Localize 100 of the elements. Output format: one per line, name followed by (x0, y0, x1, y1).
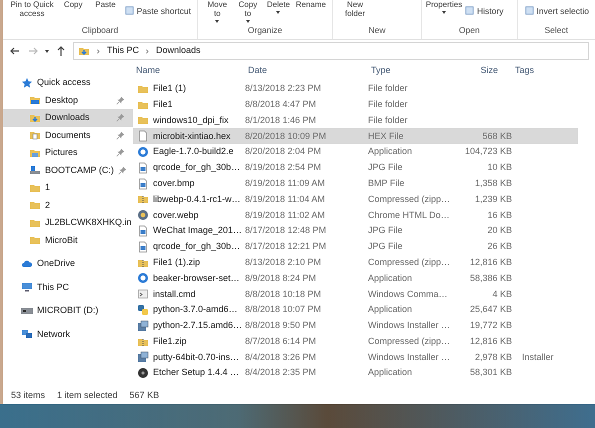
file-row[interactable]: qrcode_for_gh_30b… 8/19/2018 2:54 PM JPG File 10 KB (133, 160, 578, 176)
file-row[interactable]: microbit-xintiao.hex 8/20/2018 10:09 PM HEX File 568 KB (133, 128, 578, 144)
back-button[interactable] (9, 45, 21, 57)
computer-icon (21, 281, 33, 294)
file-row[interactable]: cover.webp 8/19/2018 11:02 AM Chrome HTML Do… 16 KB (133, 207, 578, 224)
ribbon-button[interactable]: Rename (296, 0, 326, 9)
file-name: libwebp-0.4.1-rc1-w… (153, 192, 241, 206)
file-row[interactable]: Eagle-1.7.0-build2.e 8/20/2018 2:04 PM Application 104,723 KB (133, 144, 578, 160)
address-bar[interactable]: This PC Downloads (73, 42, 589, 60)
sidebar-item[interactable]: MICROBIT (D:) (3, 302, 133, 320)
file-type: Application (368, 366, 414, 380)
file-size: 1,239 KB (474, 192, 512, 206)
sidebar-item[interactable]: Quick access (3, 74, 133, 92)
breadcrumb-item[interactable]: Downloads (156, 44, 201, 58)
file-size: 12,816 KB (468, 334, 512, 348)
file-date: 8/4/2018 2:35 PM (245, 366, 318, 380)
file-row[interactable]: python-3.7.0-amd6… 8/8/2018 10:07 PM Application 25,647 KB (133, 302, 578, 318)
column-header[interactable]: Tags (512, 64, 574, 78)
star-icon (21, 76, 33, 89)
column-header[interactable]: Size (460, 64, 512, 78)
file-name: qrcode_for_gh_30b… (153, 161, 240, 174)
sidebar-item[interactable]: BOOTCAMP (C:) (3, 162, 133, 179)
folder-icon (29, 234, 41, 246)
caret-icon (45, 50, 49, 52)
file-date: 8/4/2018 3:26 PM (245, 350, 318, 364)
file-row[interactable]: install.cmd 8/8/2018 10:18 PM Windows Comma… 4 KB (133, 286, 578, 302)
recent-locations-button[interactable] (45, 50, 49, 52)
file-type: Windows Installer … (368, 319, 452, 332)
file-row[interactable]: File1 (1) 8/13/2018 2:23 PM File folder (133, 81, 578, 97)
file-row[interactable]: File1 (1).zip 8/13/2018 2:10 PM Compressed (zipp… 12,816 KB (133, 254, 578, 271)
desktop-icon (29, 94, 41, 106)
file-row[interactable]: libwebp-0.4.1-rc1-w… 8/19/2018 11:04 AM Compressed (zipp… 1,239 KB (133, 192, 578, 208)
folder-icon (29, 199, 41, 212)
file-row[interactable]: putty-64bit-0.70-ins… 8/4/2018 3:26 PM Windows Installer … 2,978 KB Installer (133, 350, 578, 366)
file-name: windows10_dpi_fix (153, 114, 229, 127)
file-type: File folder (368, 82, 409, 96)
sidebar-item[interactable]: OneDrive (3, 255, 133, 272)
file-row[interactable]: python-2.7.15.amd6… 8/8/2018 9:50 PM Windows Installer … 19,772 KB (133, 318, 578, 334)
column-header[interactable]: Type (368, 64, 460, 78)
file-type: File folder (368, 98, 409, 111)
file-date: 8/20/2018 2:04 PM (245, 145, 322, 158)
up-icon (55, 45, 67, 57)
file-name: File1 (1) (153, 82, 186, 96)
cloud-icon (21, 258, 33, 270)
file-row[interactable]: File1.zip 8/7/2018 6:14 PM Compressed (zipp… 12,816 KB (133, 334, 578, 350)
sidebar-item[interactable]: This PC (3, 278, 133, 296)
breadcrumb-item[interactable]: This PC (107, 44, 140, 58)
file-date: 8/20/2018 10:09 PM (245, 130, 328, 143)
file-row[interactable]: beaker-browser-set… 8/9/2018 8:24 PM Application 58,386 KB (133, 270, 578, 286)
sidebar-item[interactable]: Pictures (3, 144, 133, 162)
sidebar-item[interactable]: Downloads (3, 109, 133, 126)
file-row[interactable]: qrcode_for_gh_30b… 8/17/2018 12:21 PM JPG File 26 KB (133, 238, 578, 255)
zip-folder-icon (137, 193, 149, 206)
ribbon-button[interactable]: Move to (204, 0, 231, 23)
file-row[interactable]: windows10_dpi_fix 8/1/2018 1:46 PM File folder (133, 112, 578, 128)
column-header[interactable]: Name (133, 64, 245, 78)
file-type: Windows Installer … (368, 350, 452, 364)
ribbon-group-label: Organize (246, 24, 284, 38)
ribbon-button[interactable]: Paste shortcut (124, 5, 191, 16)
ribbon-button[interactable]: Paste (91, 0, 120, 9)
command-icon (464, 5, 475, 16)
file-row[interactable]: Etcher Setup 1.4.4 … 8/4/2018 2:35 PM Application 58,301 KB (133, 365, 578, 382)
file-name: Etcher Setup 1.4.4 … (153, 366, 240, 380)
sidebar-item[interactable]: 2 (3, 196, 133, 214)
file-size: 20 KB (486, 224, 512, 238)
ribbon-button[interactable]: Pin to Quick access (9, 0, 56, 18)
sidebar-item[interactable]: Documents (3, 126, 133, 144)
ribbon-button[interactable]: Copy to (234, 0, 262, 23)
up-button[interactable] (55, 45, 67, 57)
file-type: Application (368, 272, 414, 285)
ribbon-button[interactable]: Invert selectio (524, 5, 589, 16)
sidebar-item[interactable]: Desktop (3, 92, 133, 109)
app-icon (137, 146, 149, 158)
image-file-icon (137, 162, 149, 174)
sidebar-item[interactable]: 1 (3, 179, 133, 196)
sidebar-item[interactable]: JL2BLCWK8XHKQ.in (3, 214, 133, 232)
file-row[interactable]: cover.bmp 8/19/2018 11:09 AM BMP File 1,358 KB (133, 176, 578, 192)
file-name: File1.zip (153, 334, 187, 348)
installer-icon (137, 351, 149, 364)
file-type: Chrome HTML Do… (368, 208, 451, 222)
column-header[interactable]: Date (245, 64, 368, 78)
chevron-icon (144, 46, 152, 56)
ribbon-button[interactable]: History (464, 5, 504, 16)
back-icon (9, 45, 21, 57)
sidebar-item[interactable]: MicroBit (3, 232, 133, 249)
file-date: 8/8/2018 10:07 PM (245, 303, 322, 316)
ribbon-button[interactable]: New folder (339, 0, 371, 18)
file-name: cover.webp (153, 208, 199, 222)
disc-icon (137, 367, 149, 380)
file-size: 10 KB (486, 161, 512, 174)
file-name: Eagle-1.7.0-build2.e (153, 145, 234, 158)
file-row[interactable]: WeChat Image_201… 8/17/2018 12:48 PM JPG File 20 KB (133, 223, 578, 239)
file-row[interactable]: File1 8/8/2018 4:47 PM File folder (133, 96, 578, 113)
sidebar-item[interactable]: Network (3, 326, 133, 343)
file-date: 8/13/2018 2:23 PM (245, 82, 322, 96)
ribbon-button[interactable]: Delete (265, 0, 292, 14)
file-size: 568 KB (481, 130, 512, 143)
ribbon-button[interactable]: Properties (428, 0, 460, 14)
ribbon-button[interactable]: Copy (59, 0, 88, 9)
file-type: HEX File (368, 130, 405, 143)
